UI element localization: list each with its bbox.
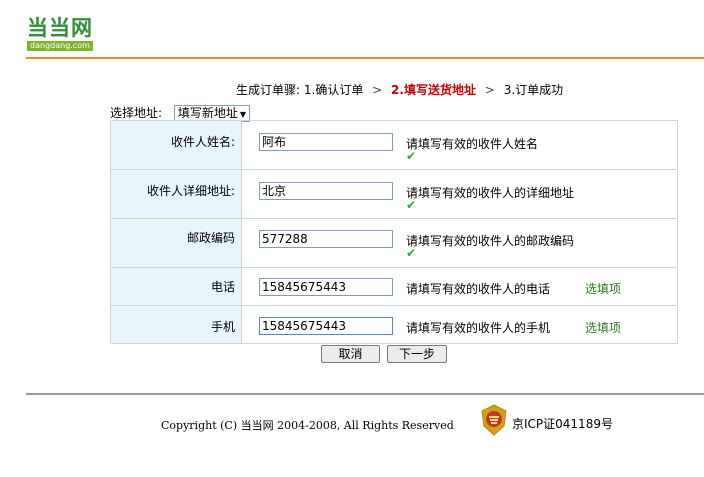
field-label: 邮政编码 bbox=[110, 218, 242, 268]
field-hint: 请填写有效的收件人的详细地址 bbox=[406, 186, 575, 200]
field-cell: 请填写有效的收件人的手机 选填项 bbox=[241, 305, 678, 344]
recipient-address-input[interactable] bbox=[259, 182, 393, 200]
field-hint: 请填写有效的收件人的电话 bbox=[406, 282, 551, 296]
check-icon: ✔ bbox=[406, 198, 417, 212]
form-row-address: 收件人详细地址: 请填写有效的收件人的详细地址 ✔ bbox=[110, 169, 678, 219]
field-label: 手机 bbox=[110, 305, 242, 344]
logo-domain: dangdang.com bbox=[27, 41, 93, 51]
zipcode-input[interactable] bbox=[259, 230, 393, 248]
chevron-down-icon: ▼ bbox=[239, 110, 247, 119]
dangdang-logo[interactable]: 当当网 dangdang.com bbox=[27, 16, 97, 56]
police-badge-icon[interactable] bbox=[480, 404, 508, 436]
recipient-name-input[interactable] bbox=[259, 133, 393, 151]
step-separator: > bbox=[484, 83, 495, 97]
field-hint: 请填写有效的收件人的手机 bbox=[406, 321, 551, 335]
field-cell: 请填写有效的收件人的电话 选填项 bbox=[241, 267, 678, 306]
check-icon: ✔ bbox=[406, 246, 417, 260]
icp-license-link[interactable]: 京ICP证041189号 bbox=[512, 415, 613, 432]
check-icon: ✔ bbox=[406, 149, 417, 163]
field-label: 收件人姓名: bbox=[110, 120, 242, 170]
field-hint: 请填写有效的收件人姓名 bbox=[406, 137, 539, 151]
step-separator: > bbox=[372, 83, 383, 97]
step-3: 3.订单成功 bbox=[503, 83, 564, 97]
field-cell: 请填写有效的收件人的邮政编码 ✔ bbox=[241, 218, 678, 268]
field-label: 收件人详细地址: bbox=[110, 169, 242, 219]
form-row-zipcode: 邮政编码 请填写有效的收件人的邮政编码 ✔ bbox=[110, 218, 678, 268]
step-2-current: 2.填写送货地址 bbox=[391, 83, 476, 97]
cancel-button[interactable]: 取消 bbox=[321, 345, 380, 363]
field-cell: 请填写有效的收件人姓名 ✔ bbox=[241, 120, 678, 170]
field-hint: 请填写有效的收件人的邮政编码 bbox=[406, 234, 575, 248]
copyright-text: Copyright (C) 当当网 2004-2008, All Rights … bbox=[161, 419, 454, 432]
order-steps: 生成订单骤: 1.确认订单 > 2.填写送货地址 > 3.订单成功 bbox=[236, 81, 563, 98]
form-row-name: 收件人姓名: 请填写有效的收件人姓名 ✔ bbox=[110, 120, 678, 170]
phone-input[interactable] bbox=[259, 278, 393, 296]
optional-tag: 选填项 bbox=[585, 321, 622, 335]
form-row-phone: 电话 请填写有效的收件人的电话 选填项 bbox=[110, 267, 678, 306]
footer-divider bbox=[26, 393, 704, 395]
address-form: 收件人姓名: 请填写有效的收件人姓名 ✔ 收件人详细地址: 请填写有效的收件人的… bbox=[110, 120, 678, 344]
field-label: 电话 bbox=[110, 267, 242, 306]
address-select-label: 选择地址: bbox=[110, 106, 163, 120]
mobile-input[interactable] bbox=[259, 317, 393, 335]
form-row-mobile: 手机 请填写有效的收件人的手机 选填项 bbox=[110, 305, 678, 344]
next-step-button[interactable]: 下一步 bbox=[387, 345, 447, 363]
steps-prefix: 生成订单骤: bbox=[236, 83, 301, 97]
optional-tag: 选填项 bbox=[585, 282, 622, 296]
header-divider bbox=[26, 57, 704, 59]
field-cell: 请填写有效的收件人的详细地址 ✔ bbox=[241, 169, 678, 219]
address-select-value: 填写新地址 bbox=[177, 106, 238, 120]
logo-text: 当当网 bbox=[27, 16, 93, 40]
step-1: 1.确认订单 bbox=[303, 83, 364, 97]
